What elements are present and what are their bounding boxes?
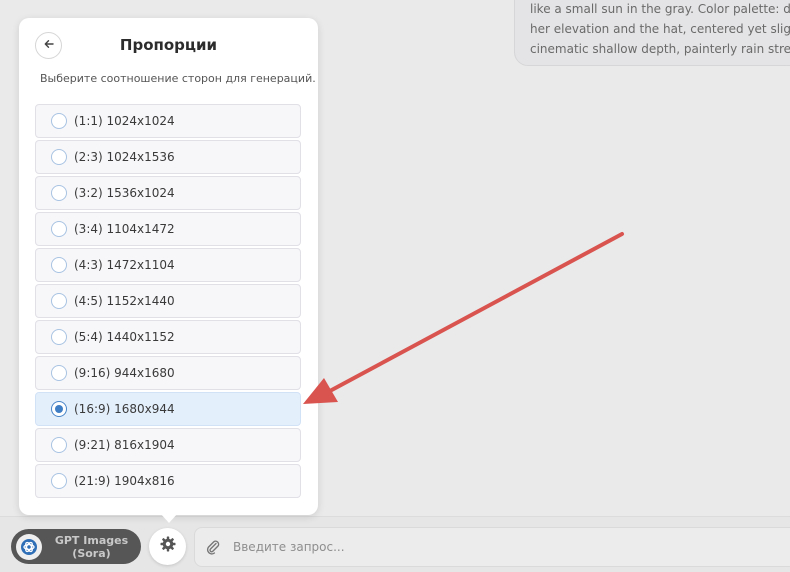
annotation-arrow xyxy=(303,232,624,404)
